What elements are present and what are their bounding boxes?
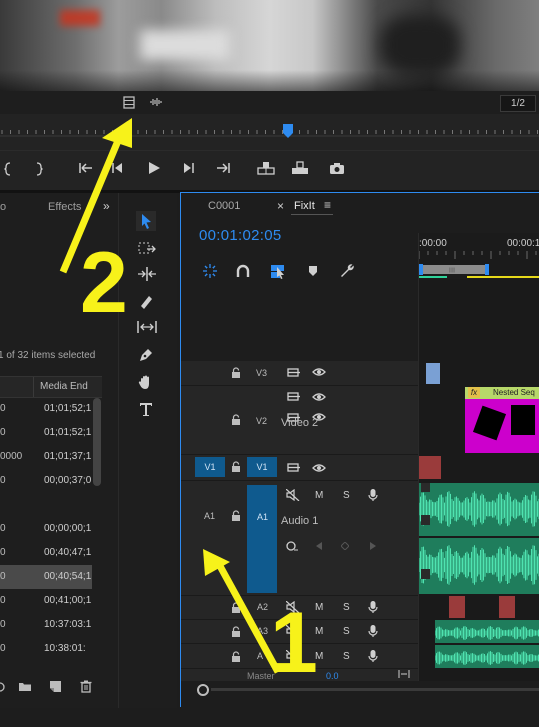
annotation-number-2: 2 [80,235,128,331]
annotation-number-1: 1 [270,595,318,691]
